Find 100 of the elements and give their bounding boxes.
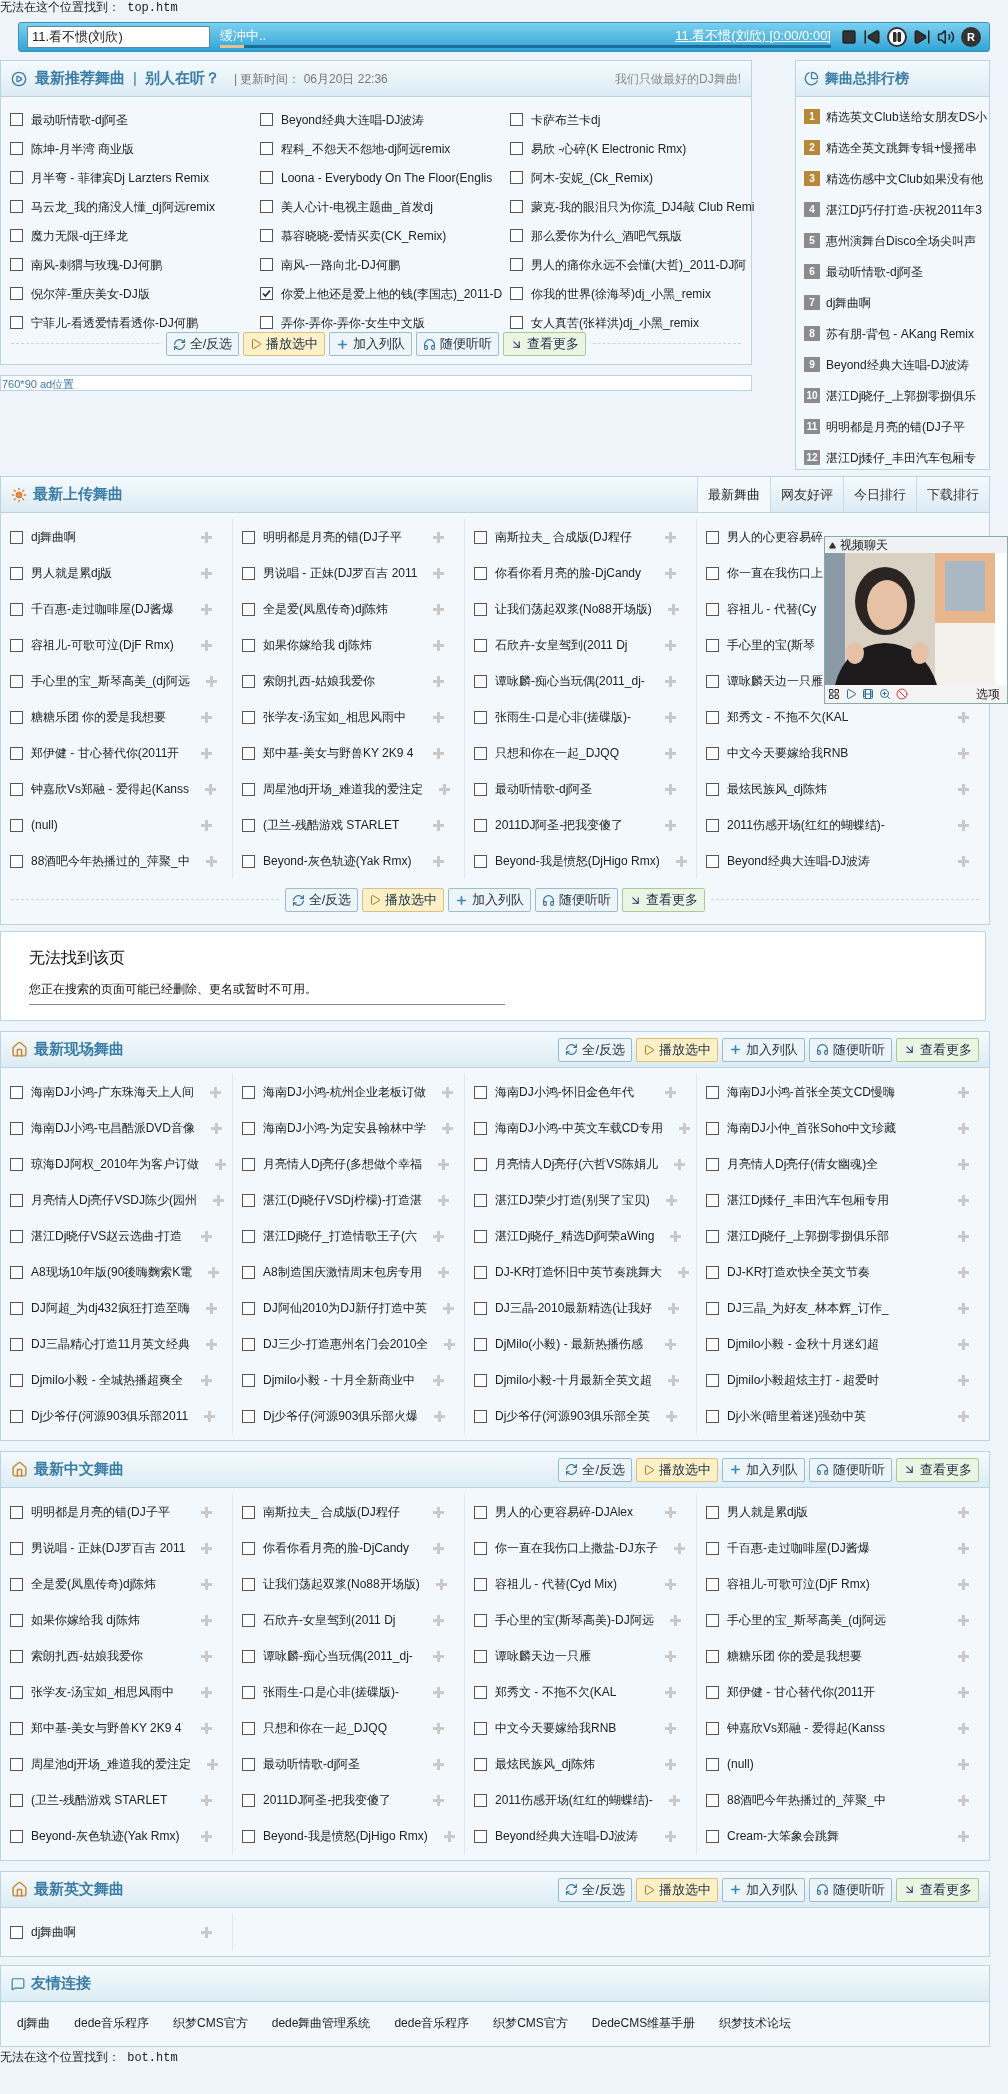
- checkbox[interactable]: [242, 1121, 255, 1135]
- song-title[interactable]: Dj小米(暗里着迷)强劲中英: [727, 1407, 867, 1425]
- checkbox[interactable]: [10, 1541, 23, 1555]
- checkbox[interactable]: [706, 638, 719, 652]
- song-title[interactable]: 慕容晓晓-爱情买卖(CK_Remix): [281, 226, 447, 245]
- checkbox[interactable]: [260, 200, 273, 213]
- song-title[interactable]: 只想和你在一起_DJQQ: [495, 744, 619, 762]
- video-icon[interactable]: [862, 688, 874, 700]
- layout-icon[interactable]: [828, 688, 840, 700]
- song-title[interactable]: 最炫民族风_dj陈炜: [495, 1755, 595, 1773]
- song-title[interactable]: (null): [727, 1755, 754, 1773]
- song-title[interactable]: 男人的心更容易碎-DJAlex: [495, 1503, 633, 1521]
- song-title[interactable]: 男说唱 - 正妹(DJ罗百吉 2011: [263, 564, 418, 582]
- song-title[interactable]: 手心里的宝(斯琴高美)-DJ阿远: [495, 1611, 654, 1629]
- song-title[interactable]: 月亮情人Dj亮仔(倩女幽魂)全: [727, 1155, 879, 1173]
- volume-icon[interactable]: [937, 28, 955, 46]
- song-title[interactable]: 南斯拉夫_ 合成版(DJ程仔: [495, 528, 632, 546]
- checkbox[interactable]: [242, 710, 255, 724]
- song-title[interactable]: 88酒吧今年热播过的_萍聚_中: [31, 852, 190, 870]
- friend-link[interactable]: 织梦CMS官方: [493, 2014, 568, 2032]
- toolbar-button[interactable]: 随便听听: [809, 1457, 892, 1482]
- song-title[interactable]: 周星池dj开场_难道我的爱注定: [31, 1755, 191, 1773]
- checkbox[interactable]: [474, 1649, 487, 1663]
- song-title[interactable]: Beyond经典大连唱-DJ波涛: [281, 110, 425, 129]
- song-title[interactable]: 千百惠-走过咖啡屋(DJ酱爆: [31, 600, 174, 618]
- song-title[interactable]: 张雨生-口是心非(搓碟版)-: [263, 1683, 399, 1701]
- checkbox[interactable]: [10, 229, 23, 242]
- song-title[interactable]: DJ三少-打造惠州名门会2010全: [263, 1335, 429, 1353]
- song-title[interactable]: Djmilo小毅 - 金秋十月迷幻超: [727, 1335, 879, 1353]
- toolbar-button[interactable]: 查看更多: [622, 888, 706, 912]
- toolbar-button[interactable]: 随便听听: [416, 332, 500, 356]
- checkbox[interactable]: [706, 818, 719, 832]
- song-title[interactable]: 宁菲儿-看透爱情看透你-DJ何鹏: [31, 313, 198, 332]
- checkbox[interactable]: [10, 602, 23, 616]
- checkbox[interactable]: [242, 1649, 255, 1663]
- song-title[interactable]: DJ三晶-2010最新精选(让我好: [495, 1299, 653, 1317]
- toolbar-button[interactable]: 查看更多: [503, 332, 587, 356]
- ranking-item[interactable]: 明明都是月亮的错(DJ子平: [826, 417, 965, 436]
- song-title[interactable]: 郑伊健 - 甘心替代你(2011开: [31, 744, 180, 762]
- checkbox[interactable]: [242, 1541, 255, 1555]
- checkbox[interactable]: [474, 1541, 487, 1555]
- checkbox[interactable]: [706, 746, 719, 760]
- friend-link[interactable]: 织梦技术论坛: [719, 2014, 792, 2032]
- checkbox[interactable]: [474, 1193, 487, 1207]
- song-title[interactable]: 湛江DJ荣少打造(别哭了宝贝): [495, 1191, 650, 1209]
- checkbox[interactable]: [474, 1121, 487, 1135]
- ranking-item[interactable]: 苏有朋-背包 - AKang Remix: [826, 324, 975, 343]
- song-title[interactable]: 男人的心更容易碎: [727, 528, 823, 546]
- song-title[interactable]: 卡萨布兰卡dj: [531, 110, 601, 129]
- song-title[interactable]: 湛江Dj晓仔_上郭捌零捌俱乐部: [727, 1227, 889, 1245]
- song-title[interactable]: 陈坤-月半湾 商业版: [31, 139, 135, 158]
- song-title[interactable]: 南斯拉夫_ 合成版(DJ程仔: [263, 1503, 400, 1521]
- song-title[interactable]: 你我的世界(徐海琴)dj_小黑_remix: [531, 284, 711, 303]
- song-title[interactable]: Cream-大笨象会跳舞: [727, 1827, 839, 1845]
- song-title[interactable]: 湛江(Dj晓仔VSDj柠檬)-打造湛: [263, 1191, 422, 1209]
- song-title[interactable]: 谭咏麟-痴心当玩偶(2011_dj-: [495, 672, 645, 690]
- checkbox[interactable]: [260, 229, 273, 242]
- song-title[interactable]: 男人就是累dj版: [31, 564, 113, 582]
- song-title[interactable]: 让我们荡起双浆(No88开场版): [495, 600, 652, 618]
- checkbox[interactable]: [706, 1337, 719, 1351]
- next-icon[interactable]: [913, 28, 931, 46]
- checkbox[interactable]: [474, 1577, 487, 1591]
- checkbox[interactable]: [474, 746, 487, 760]
- checkbox[interactable]: [474, 1085, 487, 1099]
- song-title[interactable]: Djmilo小毅-十月最新全英文超: [495, 1371, 653, 1389]
- friend-link[interactable]: dede舞曲管理系统: [271, 2014, 371, 2032]
- checkbox[interactable]: [10, 1649, 23, 1663]
- toolbar-button[interactable]: 播放选中: [636, 1037, 718, 1062]
- song-title[interactable]: Beyond经典大连唱-DJ波涛: [727, 852, 871, 870]
- checkbox[interactable]: [474, 1265, 487, 1279]
- friend-link[interactable]: 织梦CMS官方: [173, 2014, 248, 2032]
- song-title[interactable]: 郑伊健 - 甘心替代你(2011开: [727, 1683, 876, 1701]
- song-title[interactable]: 美人心计-电视主题曲_首发dj: [281, 197, 433, 216]
- toolbar-button[interactable]: 全/反选: [284, 888, 359, 912]
- song-title[interactable]: 周星池dj开场_难道我的爱注定: [263, 780, 423, 798]
- pause-icon[interactable]: [887, 27, 907, 47]
- song-title[interactable]: 程科_不怨天不怨地-dj阿远remix: [281, 139, 451, 158]
- checkbox[interactable]: [706, 1229, 719, 1243]
- tab[interactable]: 网友好评: [770, 477, 843, 512]
- song-title[interactable]: DjMilo(小毅) - 最新热播伤感: [495, 1335, 643, 1353]
- checkbox[interactable]: [706, 1757, 719, 1771]
- song-title[interactable]: 千百惠-走过咖啡屋(DJ酱爆: [727, 1539, 870, 1557]
- ranking-item[interactable]: 精选全英文跳舞专辑+慢摇串: [826, 138, 977, 157]
- checkbox[interactable]: [242, 1757, 255, 1771]
- checkbox[interactable]: [10, 782, 23, 796]
- checkbox[interactable]: [510, 287, 523, 300]
- checkbox[interactable]: [510, 171, 523, 184]
- checkbox[interactable]: [706, 602, 719, 616]
- checkbox[interactable]: [10, 1085, 23, 1099]
- ranking-item[interactable]: 最动听情歌-dj阿圣: [826, 262, 924, 281]
- song-title[interactable]: 2011DJ阿圣-把我变傻了: [495, 816, 624, 834]
- song-title[interactable]: 那么爱你为什么_酒吧气氛版: [531, 226, 682, 245]
- checkbox[interactable]: [706, 782, 719, 796]
- song-title[interactable]: 月半弯 - 菲律宾Dj Larzters Remix: [31, 168, 209, 187]
- checkbox[interactable]: [242, 746, 255, 760]
- checkbox[interactable]: [242, 1505, 255, 1519]
- song-title[interactable]: 张学友-汤宝如_相思风雨中: [31, 1683, 174, 1701]
- song-title[interactable]: 郑中基-美女与野兽KY 2K9 4: [263, 744, 414, 762]
- song-title[interactable]: 男人的痛你永远不会懂(大哲)_2011-DJ阿: [531, 255, 747, 274]
- checkbox[interactable]: [706, 1301, 719, 1315]
